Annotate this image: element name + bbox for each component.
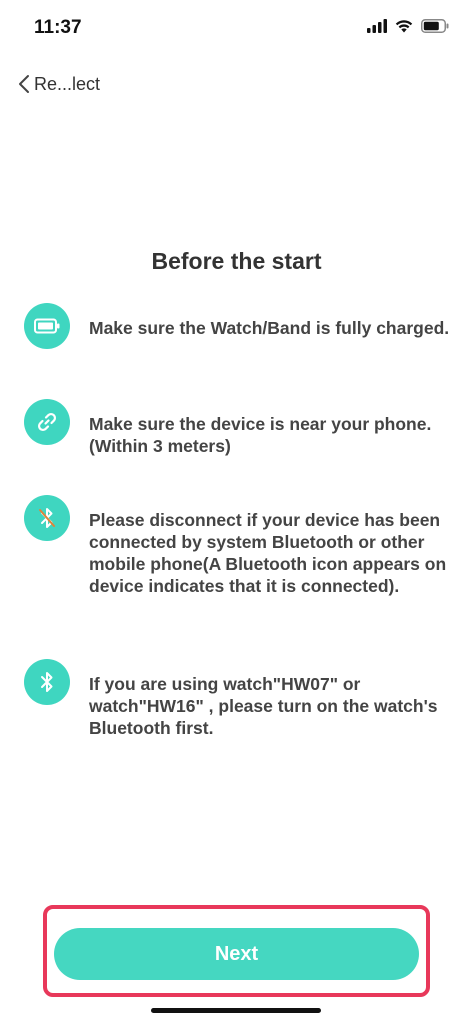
tip-text: Make sure the device is near your phone.… xyxy=(89,414,432,456)
battery-icon xyxy=(24,303,70,349)
status-icons xyxy=(367,19,449,33)
tip-item-bluetooth: If you are using watch"HW07" or watch"HW… xyxy=(24,659,454,739)
status-bar: 11:37 xyxy=(0,0,473,56)
chevron-left-icon xyxy=(19,75,29,93)
tip-text: If you are using watch"HW07" or watch"HW… xyxy=(89,674,438,738)
tip-item-disconnect: Please disconnect if your device has bee… xyxy=(24,495,454,597)
next-button[interactable]: Next xyxy=(54,928,419,980)
bluetooth-off-icon xyxy=(24,495,70,541)
home-indicator xyxy=(151,1008,321,1013)
back-label: Re...lect xyxy=(34,73,101,94)
status-time: 11:37 xyxy=(34,17,82,38)
wifi-icon xyxy=(395,20,413,33)
tip-text: Make sure the Watch/Band is fully charge… xyxy=(89,318,450,338)
page-title: Before the start xyxy=(151,248,322,274)
link-icon xyxy=(24,399,70,445)
tip-item-charge: Make sure the Watch/Band is fully charge… xyxy=(24,303,454,349)
signal-icon xyxy=(367,19,387,33)
bluetooth-icon xyxy=(24,659,70,705)
tip-item-distance: Make sure the device is near your phone.… xyxy=(24,399,454,457)
battery-icon xyxy=(421,19,449,33)
tip-text: Please disconnect if your device has bee… xyxy=(89,510,447,596)
back-button[interactable]: Re...lect xyxy=(18,70,100,98)
